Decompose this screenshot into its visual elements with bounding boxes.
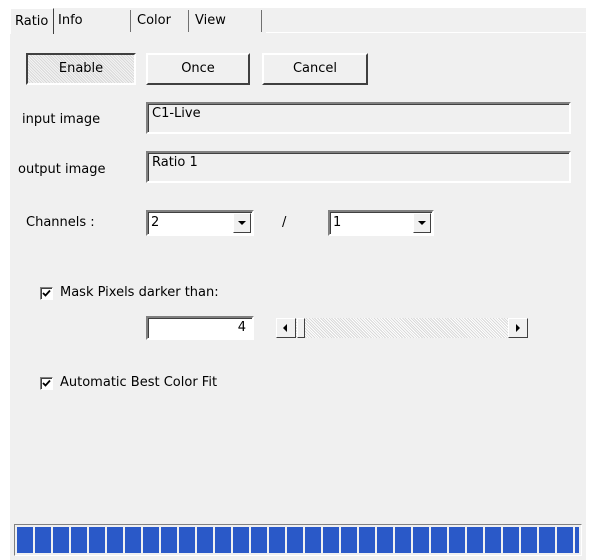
output-image-value: Ratio 1 <box>152 155 198 170</box>
tab-view[interactable]: View <box>189 10 262 32</box>
progress-bar <box>14 524 582 556</box>
input-image-label: input image <box>22 112 101 127</box>
tab-info-label: Info <box>58 13 83 28</box>
mask-threshold-input[interactable]: 4 <box>146 316 254 340</box>
mask-threshold-slider[interactable] <box>276 318 528 338</box>
cancel-button-label: Cancel <box>292 61 338 76</box>
enable-button[interactable]: Enable <box>26 53 136 85</box>
channel-separator: / <box>282 215 287 230</box>
tab-strip: Ratio Info Color View <box>10 8 586 34</box>
checkmark-icon <box>42 289 51 297</box>
progress-fill <box>17 527 579 553</box>
auto-color-fit-checkbox[interactable] <box>40 377 53 390</box>
denominator-channel-value: 1 <box>333 215 342 230</box>
slider-thumb[interactable] <box>297 318 305 338</box>
chevron-down-icon <box>238 221 246 225</box>
channels-label: Channels : <box>26 215 95 230</box>
mask-pixels-checkbox[interactable] <box>40 287 53 300</box>
tab-ratio-label: Ratio <box>15 14 49 29</box>
tab-ratio[interactable]: Ratio <box>10 8 54 34</box>
auto-color-fit-label: Automatic Best Color Fit <box>60 375 218 390</box>
output-image-field[interactable]: Ratio 1 <box>146 151 571 183</box>
tab-color[interactable]: Color <box>131 10 189 32</box>
input-image-field: C1-Live <box>146 102 571 134</box>
tab-info[interactable]: Info <box>54 10 131 32</box>
input-image-value: C1-Live <box>152 106 201 121</box>
arrow-right-icon <box>516 324 520 332</box>
enable-button-label: Enable <box>58 61 104 76</box>
tab-divider <box>266 32 586 33</box>
numerator-channel-select[interactable]: 2 <box>146 210 254 236</box>
numerator-dropdown-button[interactable] <box>233 213 251 233</box>
denominator-dropdown-button[interactable] <box>413 213 431 233</box>
checkmark-icon <box>42 379 51 387</box>
once-button[interactable]: Once <box>146 53 250 85</box>
tab-view-label: View <box>195 13 226 28</box>
numerator-channel-value: 2 <box>151 215 160 230</box>
denominator-channel-select[interactable]: 1 <box>328 210 434 236</box>
scroll-left-button[interactable] <box>276 318 296 338</box>
chevron-down-icon <box>418 221 426 225</box>
mask-threshold-value: 4 <box>237 320 246 335</box>
tab-color-label: Color <box>137 13 171 28</box>
cancel-button[interactable]: Cancel <box>262 53 368 85</box>
mask-pixels-label: Mask Pixels darker than: <box>60 285 219 300</box>
once-button-label: Once <box>181 61 215 76</box>
arrow-left-icon <box>283 324 287 332</box>
output-image-label: output image <box>18 162 106 177</box>
scroll-right-button[interactable] <box>508 318 528 338</box>
ratio-panel: Ratio Info Color View Enable Once Cancel… <box>10 8 586 560</box>
